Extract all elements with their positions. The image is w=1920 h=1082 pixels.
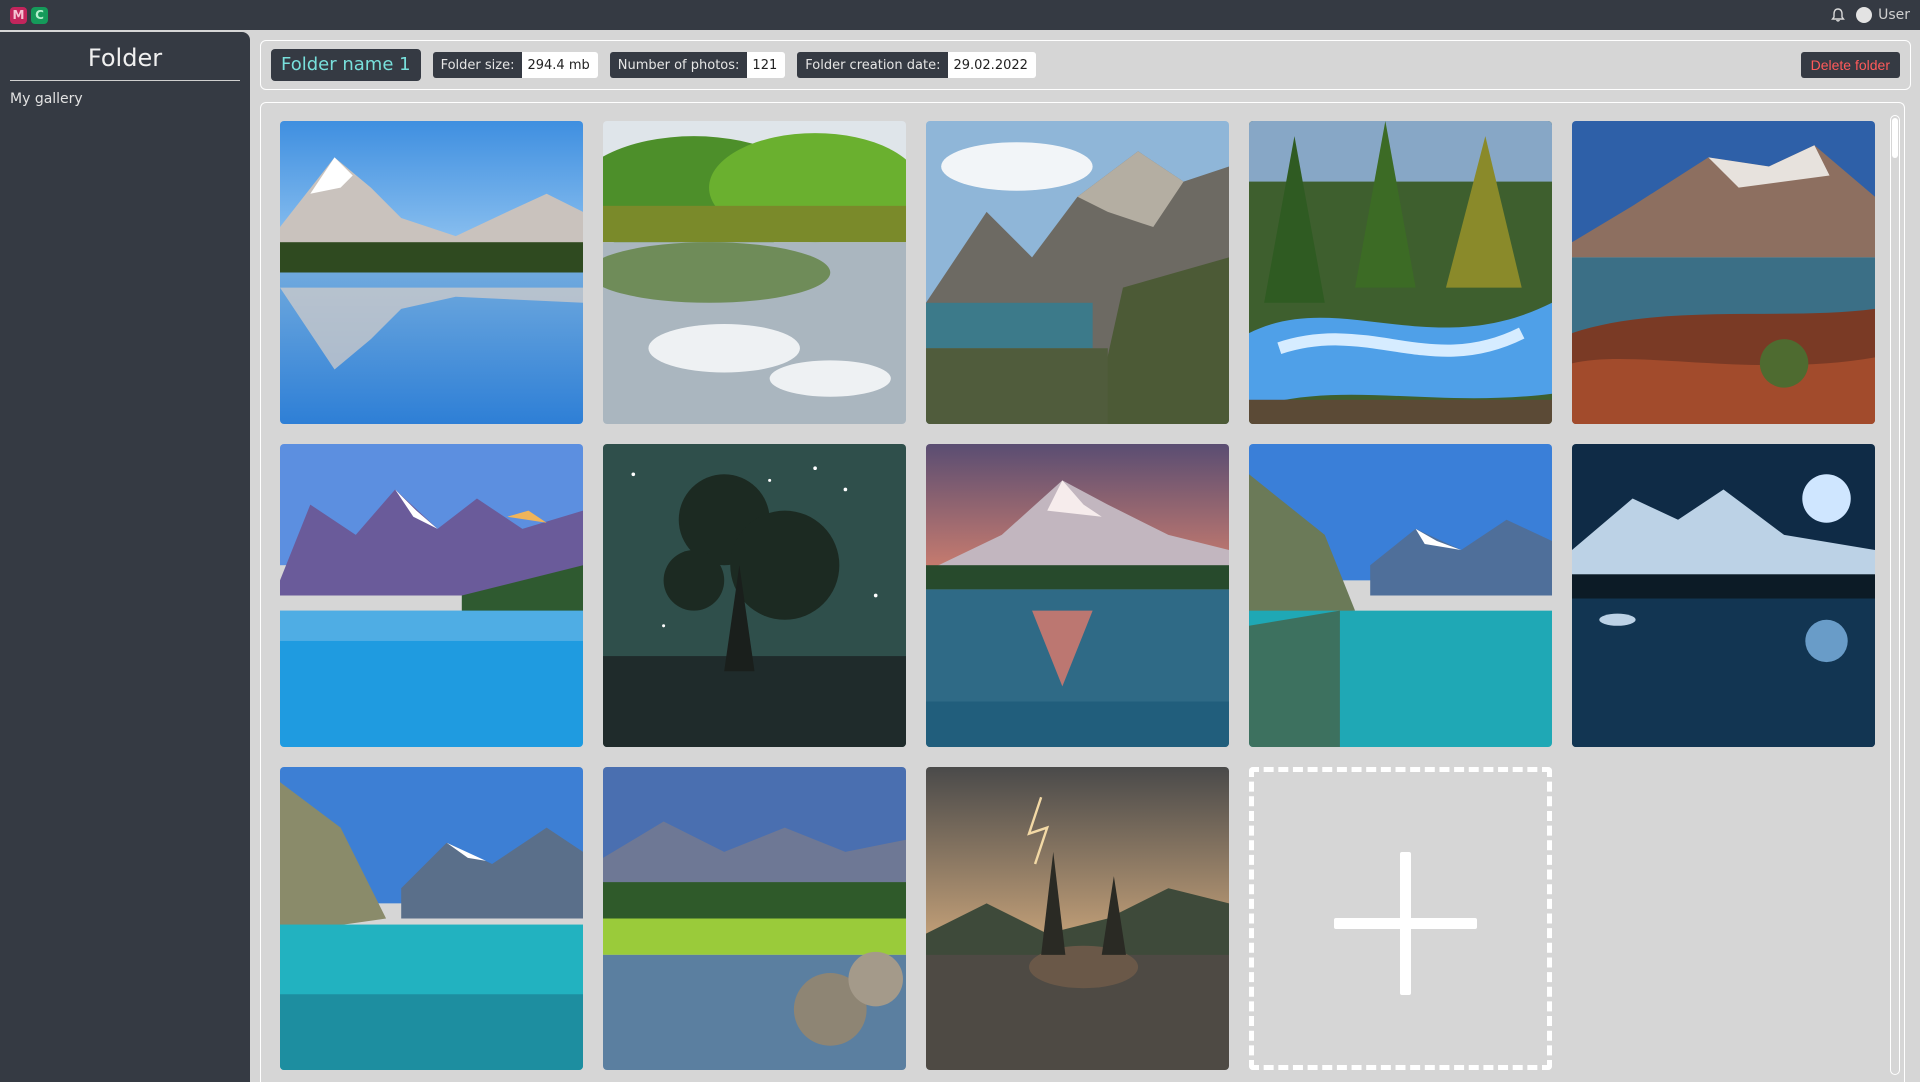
photo-sunset-mountain-reflection[interactable] <box>926 444 1229 747</box>
main-content: Folder name 1 Folder size: 294.4 mb Numb… <box>250 30 1920 1082</box>
folder-size: Folder size: 294.4 mb <box>432 52 598 78</box>
photo-moonlit-mountain-lake[interactable] <box>1572 444 1875 747</box>
plus-icon-vertical <box>1400 852 1411 995</box>
photo-turquoise-lake-cliffs[interactable] <box>280 767 583 1070</box>
creation-date-label: Folder creation date: <box>797 52 949 78</box>
sidebar-item-my-gallery[interactable]: My gallery <box>10 91 240 107</box>
photo-starry-night-tree[interactable] <box>603 444 906 747</box>
photo-forest-waterfall[interactable] <box>1249 121 1552 424</box>
logo-c-icon: C <box>31 6 48 24</box>
sidebar-title: Folder <box>10 44 240 81</box>
photo-moraine-lake[interactable] <box>280 444 583 747</box>
user-menu[interactable]: User <box>1856 7 1910 23</box>
gallery-scrollbar[interactable] <box>1890 115 1900 1075</box>
top-bar: M C User <box>0 0 1920 30</box>
folder-size-value: 294.4 mb <box>522 52 598 78</box>
photo-count: Number of photos: 121 <box>609 52 786 78</box>
scrollbar-thumb[interactable] <box>1892 118 1898 158</box>
photo-turquoise-valley-lake[interactable] <box>1249 444 1552 747</box>
photo-mountain-lake-reflection[interactable] <box>280 121 583 424</box>
photo-forest-lake-clouds[interactable] <box>603 121 906 424</box>
photo-count-label: Number of photos: <box>609 52 748 78</box>
photo-grid <box>280 121 1875 1070</box>
photo-glacier-lake-red-brush[interactable] <box>1572 121 1875 424</box>
app-logo[interactable]: M C <box>0 6 48 24</box>
add-photo-button[interactable] <box>1249 767 1552 1070</box>
bell-icon[interactable] <box>1830 7 1846 23</box>
folder-info-bar: Folder name 1 Folder size: 294.4 mb Numb… <box>260 40 1911 90</box>
user-label: User <box>1878 7 1910 23</box>
folder-size-label: Folder size: <box>432 52 523 78</box>
creation-date: Folder creation date: 29.02.2022 <box>797 52 1036 78</box>
photo-stormy-island-trees[interactable] <box>926 767 1229 1070</box>
folder-name: Folder name 1 <box>271 49 421 81</box>
photo-rocky-peaks-lake[interactable] <box>926 121 1229 424</box>
photo-count-value: 121 <box>747 52 786 78</box>
logo-m-icon: M <box>10 6 27 24</box>
user-avatar <box>1856 7 1873 23</box>
creation-date-value: 29.02.2022 <box>948 52 1036 78</box>
sidebar: Folder My gallery <box>0 32 250 1082</box>
gallery-panel <box>260 102 1905 1082</box>
delete-folder-button[interactable]: Delete folder <box>1800 52 1900 78</box>
photo-alpine-meadow-creek[interactable] <box>603 767 906 1070</box>
